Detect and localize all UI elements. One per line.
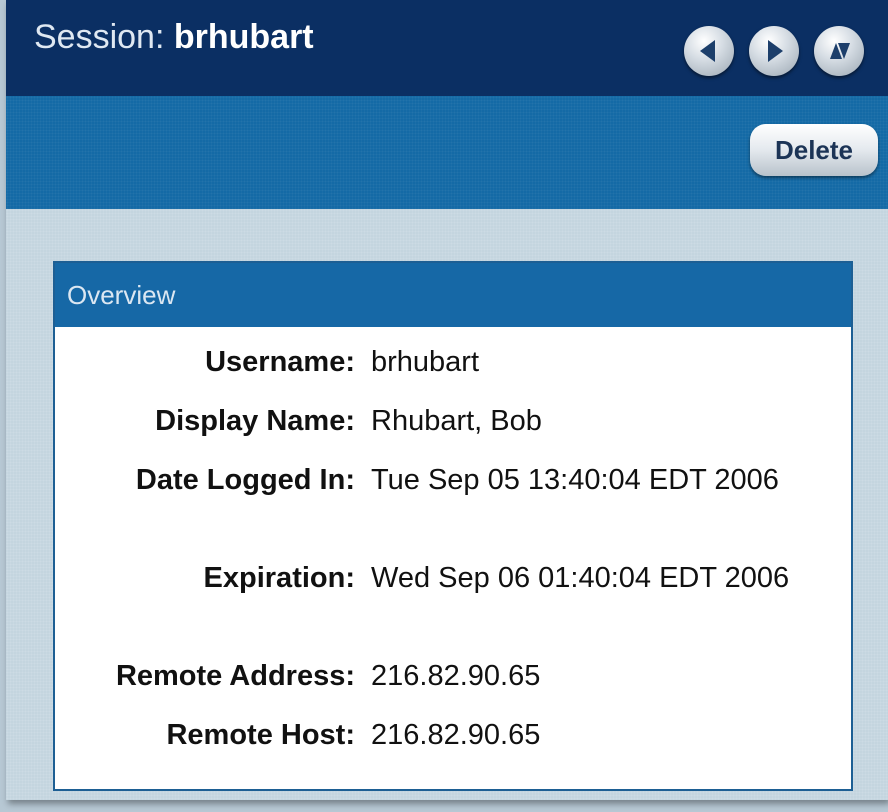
field-value: 216.82.90.65 [371, 660, 541, 692]
expand-collapse-button[interactable] [814, 26, 864, 76]
session-panel: Session: brhubart Delete Overview Userna… [6, 0, 888, 800]
delete-button[interactable]: Delete [750, 124, 878, 176]
field-value: brhubart [371, 346, 480, 378]
back-arrow-icon [700, 40, 715, 62]
title-bar: Session: brhubart [6, 0, 888, 96]
field-label: Display Name: [155, 405, 355, 437]
overview-header: Overview [55, 263, 851, 327]
forward-arrow-icon [768, 40, 783, 62]
field-label: Remote Host: [166, 719, 355, 751]
field-value: Wed Sep 06 01:40:04 EDT 2006 [371, 562, 790, 594]
page-title: Session: brhubart [34, 18, 314, 57]
content-area: Overview Username: brhubart Display Name… [6, 209, 888, 800]
field-value: 216.82.90.65 [371, 719, 541, 751]
title-username: brhubart [173, 18, 314, 56]
field-value: Tue Sep 05 13:40:04 EDT 2006 [371, 464, 779, 496]
overview-box: Overview Username: brhubart Display Name… [53, 261, 853, 791]
field-label: Remote Address: [115, 660, 355, 692]
title-prefix: Session: [34, 18, 174, 56]
back-button[interactable] [684, 26, 734, 76]
field-label: Username: [205, 346, 355, 378]
field-value: Rhubart, Bob [371, 405, 542, 437]
toolbar: Delete [6, 96, 888, 209]
forward-button[interactable] [749, 26, 799, 76]
field-label: Expiration: [203, 562, 355, 594]
expand-collapse-icon [830, 43, 850, 59]
field-label: Date Logged In: [135, 464, 355, 496]
